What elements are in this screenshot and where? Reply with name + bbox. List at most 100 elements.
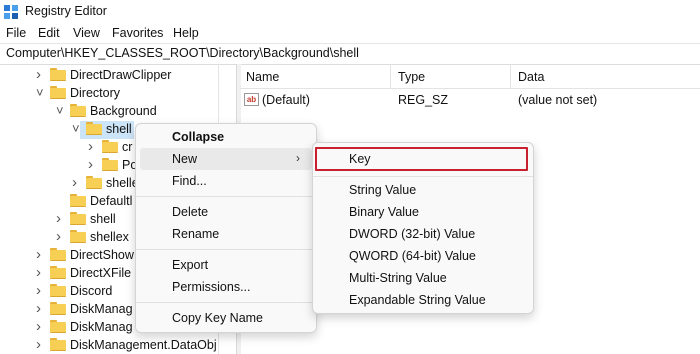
- context-menu: Collapse New › Find... Delete Rename Exp…: [135, 123, 317, 333]
- folder-icon: [50, 68, 66, 81]
- menu-permissions[interactable]: Permissions...: [140, 276, 312, 298]
- tree-item-label: DirectDrawClipper: [70, 68, 172, 82]
- chevron-right-icon[interactable]: ›: [36, 300, 48, 318]
- menu-edit[interactable]: Edit: [38, 26, 60, 40]
- binary-value-label: Binary Value: [349, 205, 419, 219]
- chevron-down-icon[interactable]: ˅: [36, 84, 48, 102]
- menu-new[interactable]: New ›: [140, 148, 312, 170]
- menu-find[interactable]: Find...: [140, 170, 312, 192]
- collapse-label: Collapse: [172, 130, 225, 144]
- chevron-right-icon[interactable]: ›: [88, 156, 100, 174]
- submenu-expandable-string-value[interactable]: Expandable String Value: [317, 289, 529, 311]
- menu-copy-key-name[interactable]: Copy Key Name: [140, 307, 312, 329]
- value-name: (Default): [262, 93, 310, 107]
- column-divider[interactable]: [510, 64, 511, 88]
- menu-export[interactable]: Export: [140, 254, 312, 276]
- chevron-right-icon[interactable]: ›: [72, 174, 84, 192]
- tree-item-label: Discord: [70, 284, 113, 298]
- folder-icon: [50, 248, 66, 261]
- menu-view[interactable]: View: [73, 26, 100, 40]
- chevron-right-icon[interactable]: [56, 192, 68, 210]
- folder-icon: [70, 194, 86, 207]
- address-path[interactable]: Computer\HKEY_CLASSES_ROOT\Directory\Bac…: [6, 46, 359, 60]
- column-data[interactable]: Data: [518, 70, 544, 84]
- chevron-right-icon[interactable]: ›: [88, 138, 100, 156]
- menu-delete[interactable]: Delete: [140, 201, 312, 223]
- submenu-binary-value[interactable]: Binary Value: [317, 201, 529, 223]
- menu-separator: [136, 196, 316, 197]
- highlight-box: [315, 147, 528, 171]
- chevron-right-icon[interactable]: ›: [36, 246, 48, 264]
- folder-icon: [70, 230, 86, 243]
- tree-item-label: DirectXFile: [70, 266, 132, 280]
- tree-item[interactable]: › DirectDrawClipper: [0, 66, 236, 84]
- chevron-right-icon[interactable]: ›: [36, 264, 48, 282]
- folder-icon: [50, 266, 66, 279]
- folder-icon: [102, 140, 118, 153]
- tree-item-label: shell: [90, 212, 116, 226]
- folder-icon: [70, 212, 86, 225]
- menu-separator: [136, 302, 316, 303]
- export-label: Export: [172, 258, 209, 272]
- chevron-right-icon[interactable]: ›: [56, 228, 68, 246]
- chevron-down-icon[interactable]: ˅: [72, 120, 84, 138]
- expandable-string-value-label: Expandable String Value: [349, 293, 486, 307]
- tree-item-label: shellex: [90, 230, 129, 244]
- tree-item-label: DiskManag: [70, 320, 133, 334]
- chevron-right-icon: ›: [296, 151, 300, 165]
- chevron-right-icon[interactable]: ›: [36, 282, 48, 300]
- folder-icon: [70, 104, 86, 117]
- folder-icon: [86, 122, 102, 135]
- find-label: Find...: [172, 174, 207, 188]
- multi-string-value-label: Multi-String Value: [349, 271, 447, 285]
- menu-bar: File Edit View Favorites Help: [0, 24, 700, 44]
- tree-item-label: Background: [90, 104, 157, 118]
- address-bar[interactable]: Computer\HKEY_CLASSES_ROOT\Directory\Bac…: [0, 43, 700, 65]
- chevron-right-icon[interactable]: ›: [36, 336, 48, 354]
- delete-label: Delete: [172, 205, 209, 219]
- menu-help[interactable]: Help: [173, 26, 199, 40]
- chevron-right-icon[interactable]: ›: [36, 318, 48, 336]
- submenu-dword-value[interactable]: DWORD (32-bit) Value: [317, 223, 529, 245]
- folder-icon: [50, 320, 66, 333]
- string-value-icon: ab: [244, 93, 259, 106]
- tree-item-label: cr: [122, 140, 133, 154]
- menu-file[interactable]: File: [6, 26, 26, 40]
- tree-item[interactable]: › DiskManagement.DataObj: [0, 336, 236, 354]
- tree-item-label: shelle: [106, 176, 139, 190]
- menu-favorites[interactable]: Favorites: [112, 26, 163, 40]
- value-type: REG_SZ: [398, 93, 449, 107]
- submenu-string-value[interactable]: String Value: [317, 179, 529, 201]
- value-row-default[interactable]: ab (Default) REG_SZ (value not set): [240, 90, 700, 110]
- folder-icon: [50, 284, 66, 297]
- tree-item[interactable]: ˅ Directory: [0, 84, 236, 102]
- menu-separator: [313, 176, 533, 177]
- tree-item-label: Directory: [70, 86, 121, 100]
- chevron-right-icon[interactable]: ›: [36, 66, 48, 84]
- chevron-down-icon[interactable]: ˅: [56, 102, 68, 120]
- menu-collapse[interactable]: Collapse: [140, 126, 312, 148]
- folder-icon: [50, 302, 66, 315]
- column-divider[interactable]: [390, 64, 391, 88]
- copy-key-name-label: Copy Key Name: [172, 311, 264, 325]
- folder-icon: [50, 86, 66, 99]
- tree-item-label: DiskManag: [70, 302, 133, 316]
- tree-item-label: DirectShow: [70, 248, 134, 262]
- menu-rename[interactable]: Rename: [140, 223, 312, 245]
- string-value-label: String Value: [349, 183, 417, 197]
- submenu-multi-string-value[interactable]: Multi-String Value: [317, 267, 529, 289]
- submenu-qword-value[interactable]: QWORD (64-bit) Value: [317, 245, 529, 267]
- column-name[interactable]: Name: [246, 70, 279, 84]
- chevron-right-icon[interactable]: ›: [56, 210, 68, 228]
- folder-icon: [86, 176, 102, 189]
- tree-item[interactable]: ˅ Background: [0, 102, 236, 120]
- qword-value-label: QWORD (64-bit) Value: [349, 249, 476, 263]
- values-header: Name Type Data: [240, 64, 700, 89]
- tree-item-label: Defaultl: [90, 194, 133, 208]
- title-bar: Registry Editor: [0, 0, 700, 24]
- registry-editor-icon: [4, 5, 18, 19]
- column-type[interactable]: Type: [398, 70, 425, 84]
- window-title: Registry Editor: [25, 4, 107, 18]
- folder-icon: [102, 158, 118, 171]
- dword-value-label: DWORD (32-bit) Value: [349, 227, 476, 241]
